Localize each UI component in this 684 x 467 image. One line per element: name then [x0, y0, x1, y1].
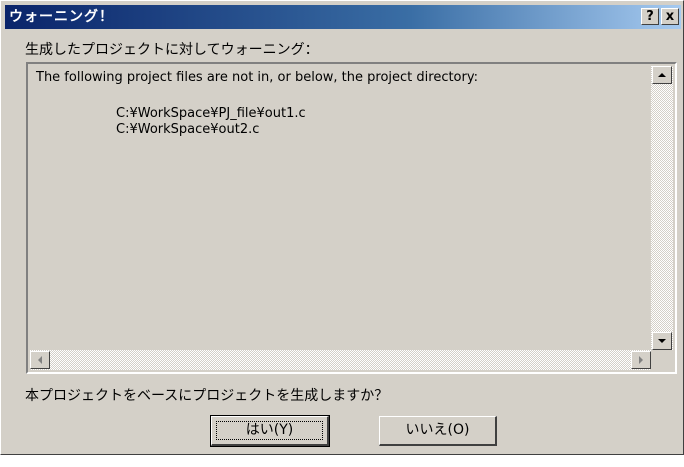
scroll-right-button[interactable]	[631, 351, 651, 369]
file-path-line: C:¥WorkSpace¥PJ_file¥out1.c	[116, 106, 306, 121]
scrollbar-corner	[651, 350, 673, 370]
message-listbox[interactable]: The following project files are not in, …	[26, 62, 677, 374]
arrow-left-icon	[38, 356, 42, 364]
message-text-area: The following project files are not in, …	[32, 68, 649, 348]
no-button-label: いいえ(O)	[405, 422, 470, 438]
file-path-line: C:¥WorkSpace¥out2.c	[116, 122, 260, 137]
arrow-up-icon	[658, 73, 666, 77]
scroll-down-button[interactable]	[652, 332, 672, 350]
confirm-prompt: 本プロジェクトをベースにプロジェクトを生成しますか？	[25, 388, 389, 404]
yes-button[interactable]: はい(Y)	[210, 415, 330, 447]
horizontal-scrollbar[interactable]	[30, 350, 651, 370]
message-header: 生成したプロジェクトに対してウォーニング：	[25, 42, 319, 58]
scroll-left-button[interactable]	[30, 351, 50, 369]
vertical-scrollbar[interactable]	[651, 66, 673, 350]
help-button[interactable]: ?	[641, 8, 659, 25]
scroll-up-button[interactable]	[652, 66, 672, 84]
warning-dialog: ウォーニング！ ? x 生成したプロジェクトに対してウォーニング： The fo…	[0, 0, 684, 455]
yes-button-label: はい(Y)	[245, 422, 294, 438]
window-title: ウォーニング！	[9, 9, 114, 25]
message-line: The following project files are not in, …	[36, 70, 478, 85]
title-bar[interactable]: ウォーニング！ ? x	[5, 5, 681, 29]
arrow-right-icon	[639, 356, 643, 364]
arrow-down-icon	[658, 339, 666, 343]
no-button[interactable]: いいえ(O)	[379, 416, 497, 446]
close-button[interactable]: x	[661, 8, 679, 25]
